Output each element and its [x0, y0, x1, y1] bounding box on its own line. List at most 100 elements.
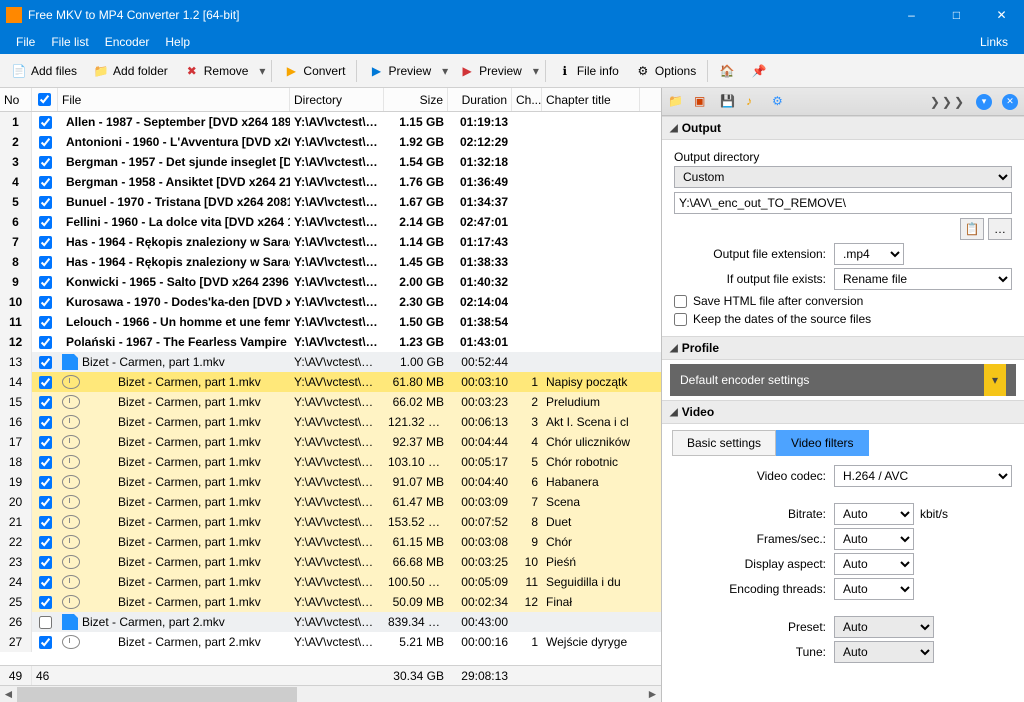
table-row[interactable]: 14 Bizet - Carmen, part 1.mkv Y:\AV\vcte… [0, 372, 661, 392]
table-row[interactable]: 16 Bizet - Carmen, part 1.mkv Y:\AV\vcte… [0, 412, 661, 432]
codec-select[interactable]: H.264 / AVC [834, 465, 1012, 487]
tab-video-filters[interactable]: Video filters [776, 430, 868, 456]
row-checkbox[interactable] [39, 416, 52, 429]
table-row[interactable]: 6 Fellini - 1960 - La dolce vita [DVD x2… [0, 212, 661, 232]
row-checkbox[interactable] [39, 616, 52, 629]
save-icon[interactable]: 💾 [720, 94, 736, 110]
col-chapter[interactable]: Chapter title [542, 88, 640, 111]
col-size[interactable]: Size [384, 88, 448, 111]
table-row[interactable]: 18 Bizet - Carmen, part 1.mkv Y:\AV\vcte… [0, 452, 661, 472]
output-header[interactable]: ◢Output [662, 116, 1024, 140]
menu-file[interactable]: File [8, 30, 43, 54]
preview2-dropdown[interactable]: ▾ [531, 64, 541, 78]
row-checkbox[interactable] [39, 636, 52, 649]
table-row[interactable]: 25 Bizet - Carmen, part 1.mkv Y:\AV\vcte… [0, 592, 661, 612]
menu-links[interactable]: Links [972, 30, 1016, 54]
tune-select[interactable]: Auto [834, 641, 934, 663]
row-checkbox[interactable] [39, 456, 52, 469]
preset-select[interactable]: Auto [834, 616, 934, 638]
down-arrow-button[interactable]: ▾ [976, 94, 992, 110]
row-checkbox[interactable] [39, 496, 52, 509]
home-button[interactable]: 🏠 [712, 59, 742, 83]
row-checkbox[interactable] [39, 536, 52, 549]
remove-button[interactable]: ✖Remove [177, 59, 256, 83]
col-check[interactable] [32, 88, 58, 111]
output-dir-mode[interactable]: Custom [674, 166, 1012, 188]
col-directory[interactable]: Directory [290, 88, 384, 111]
preview2-button[interactable]: ▶Preview [452, 59, 529, 83]
minimize-button[interactable]: – [889, 0, 934, 30]
table-row[interactable]: 9 Konwicki - 1965 - Salto [DVD x264 2396… [0, 272, 661, 292]
table-row[interactable]: 26 Bizet - Carmen, part 2.mkv Y:\AV\vcte… [0, 612, 661, 632]
tab-basic-settings[interactable]: Basic settings [672, 430, 776, 456]
bitrate-select[interactable]: Auto [834, 503, 914, 525]
gear-icon[interactable]: ⚙ [772, 94, 788, 110]
music-icon[interactable]: ♪ [746, 94, 762, 110]
row-checkbox[interactable] [39, 176, 52, 189]
scroll-left-icon[interactable]: ◄ [0, 686, 17, 702]
threads-select[interactable]: Auto [834, 578, 914, 600]
x-button[interactable]: ✕ [1002, 94, 1018, 110]
output-dir-path[interactable] [674, 192, 1012, 214]
table-row[interactable]: 11 Lelouch - 1966 - Un homme et une femm… [0, 312, 661, 332]
add-files-button[interactable]: 📄Add files [4, 59, 84, 83]
table-row[interactable]: 2 Antonioni - 1960 - L'Avventura [DVD x2… [0, 132, 661, 152]
row-checkbox[interactable] [39, 376, 52, 389]
table-row[interactable]: 13 Bizet - Carmen, part 1.mkv Y:\AV\vcte… [0, 352, 661, 372]
folder-icon[interactable]: 📁 [668, 94, 684, 110]
profile-header[interactable]: ◢Profile [662, 336, 1024, 360]
table-row[interactable]: 24 Bizet - Carmen, part 1.mkv Y:\AV\vcte… [0, 572, 661, 592]
options-button[interactable]: ⚙Options [628, 59, 703, 83]
fps-select[interactable]: Auto [834, 528, 914, 550]
row-checkbox[interactable] [39, 296, 52, 309]
table-row[interactable]: 8 Has - 1964 - Rękopis znaleziony w Sara… [0, 252, 661, 272]
table-row[interactable]: 23 Bizet - Carmen, part 1.mkv Y:\AV\vcte… [0, 552, 661, 572]
table-row[interactable]: 7 Has - 1964 - Rękopis znaleziony w Sara… [0, 232, 661, 252]
row-checkbox[interactable] [39, 276, 52, 289]
row-checkbox[interactable] [39, 156, 52, 169]
table-row[interactable]: 4 Bergman - 1958 - Ansiktet [DVD x264 21… [0, 172, 661, 192]
output-dir-edit-button[interactable]: 📋 [960, 218, 984, 240]
scroll-thumb[interactable] [17, 687, 297, 702]
row-checkbox[interactable] [39, 116, 52, 129]
row-checkbox[interactable] [39, 256, 52, 269]
row-checkbox[interactable] [39, 436, 52, 449]
row-checkbox[interactable] [39, 316, 52, 329]
maximize-button[interactable]: □ [934, 0, 979, 30]
col-duration[interactable]: Duration [448, 88, 512, 111]
row-checkbox[interactable] [39, 396, 52, 409]
header-checkbox[interactable] [38, 93, 51, 106]
table-row[interactable]: 19 Bizet - Carmen, part 1.mkv Y:\AV\vcte… [0, 472, 661, 492]
row-checkbox[interactable] [39, 516, 52, 529]
preview-button[interactable]: ▶Preview [361, 59, 438, 83]
convert-button[interactable]: ▶Convert [276, 59, 352, 83]
table-row[interactable]: 17 Bizet - Carmen, part 1.mkv Y:\AV\vcte… [0, 432, 661, 452]
table-row[interactable]: 5 Bunuel - 1970 - Tristana [DVD x264 208… [0, 192, 661, 212]
col-ch[interactable]: Ch... [512, 88, 542, 111]
row-checkbox[interactable] [39, 336, 52, 349]
close-button[interactable]: ✕ [979, 0, 1024, 30]
video-header[interactable]: ◢Video [662, 400, 1024, 424]
output-dir-browse-button[interactable]: … [988, 218, 1012, 240]
remove-dropdown[interactable]: ▾ [257, 64, 267, 78]
pin-button[interactable]: 📌 [744, 59, 774, 83]
menu-encoder[interactable]: Encoder [97, 30, 158, 54]
h-scrollbar[interactable]: ◄ ► [0, 685, 661, 702]
table-row[interactable]: 10 Kurosawa - 1970 - Dodes'ka-den [DVD x… [0, 292, 661, 312]
table-row[interactable]: 21 Bizet - Carmen, part 1.mkv Y:\AV\vcte… [0, 512, 661, 532]
row-checkbox[interactable] [39, 596, 52, 609]
save-html-checkbox[interactable] [674, 295, 687, 308]
row-checkbox[interactable] [39, 196, 52, 209]
preview-dropdown[interactable]: ▾ [440, 64, 450, 78]
profile-selector[interactable]: Default encoder settings ▾ [670, 364, 1016, 396]
row-checkbox[interactable] [39, 136, 52, 149]
keep-dates-checkbox[interactable] [674, 313, 687, 326]
row-checkbox[interactable] [39, 356, 52, 369]
video-icon[interactable]: ▣ [694, 94, 710, 110]
menu-help[interactable]: Help [157, 30, 198, 54]
col-no[interactable]: No [0, 88, 32, 111]
table-row[interactable]: 20 Bizet - Carmen, part 1.mkv Y:\AV\vcte… [0, 492, 661, 512]
table-row[interactable]: 27 Bizet - Carmen, part 2.mkv Y:\AV\vcte… [0, 632, 661, 652]
table-row[interactable]: 12 Polański - 1967 - The Fearless Vampir… [0, 332, 661, 352]
table-row[interactable]: 1 Allen - 1987 - September [DVD x264 189… [0, 112, 661, 132]
